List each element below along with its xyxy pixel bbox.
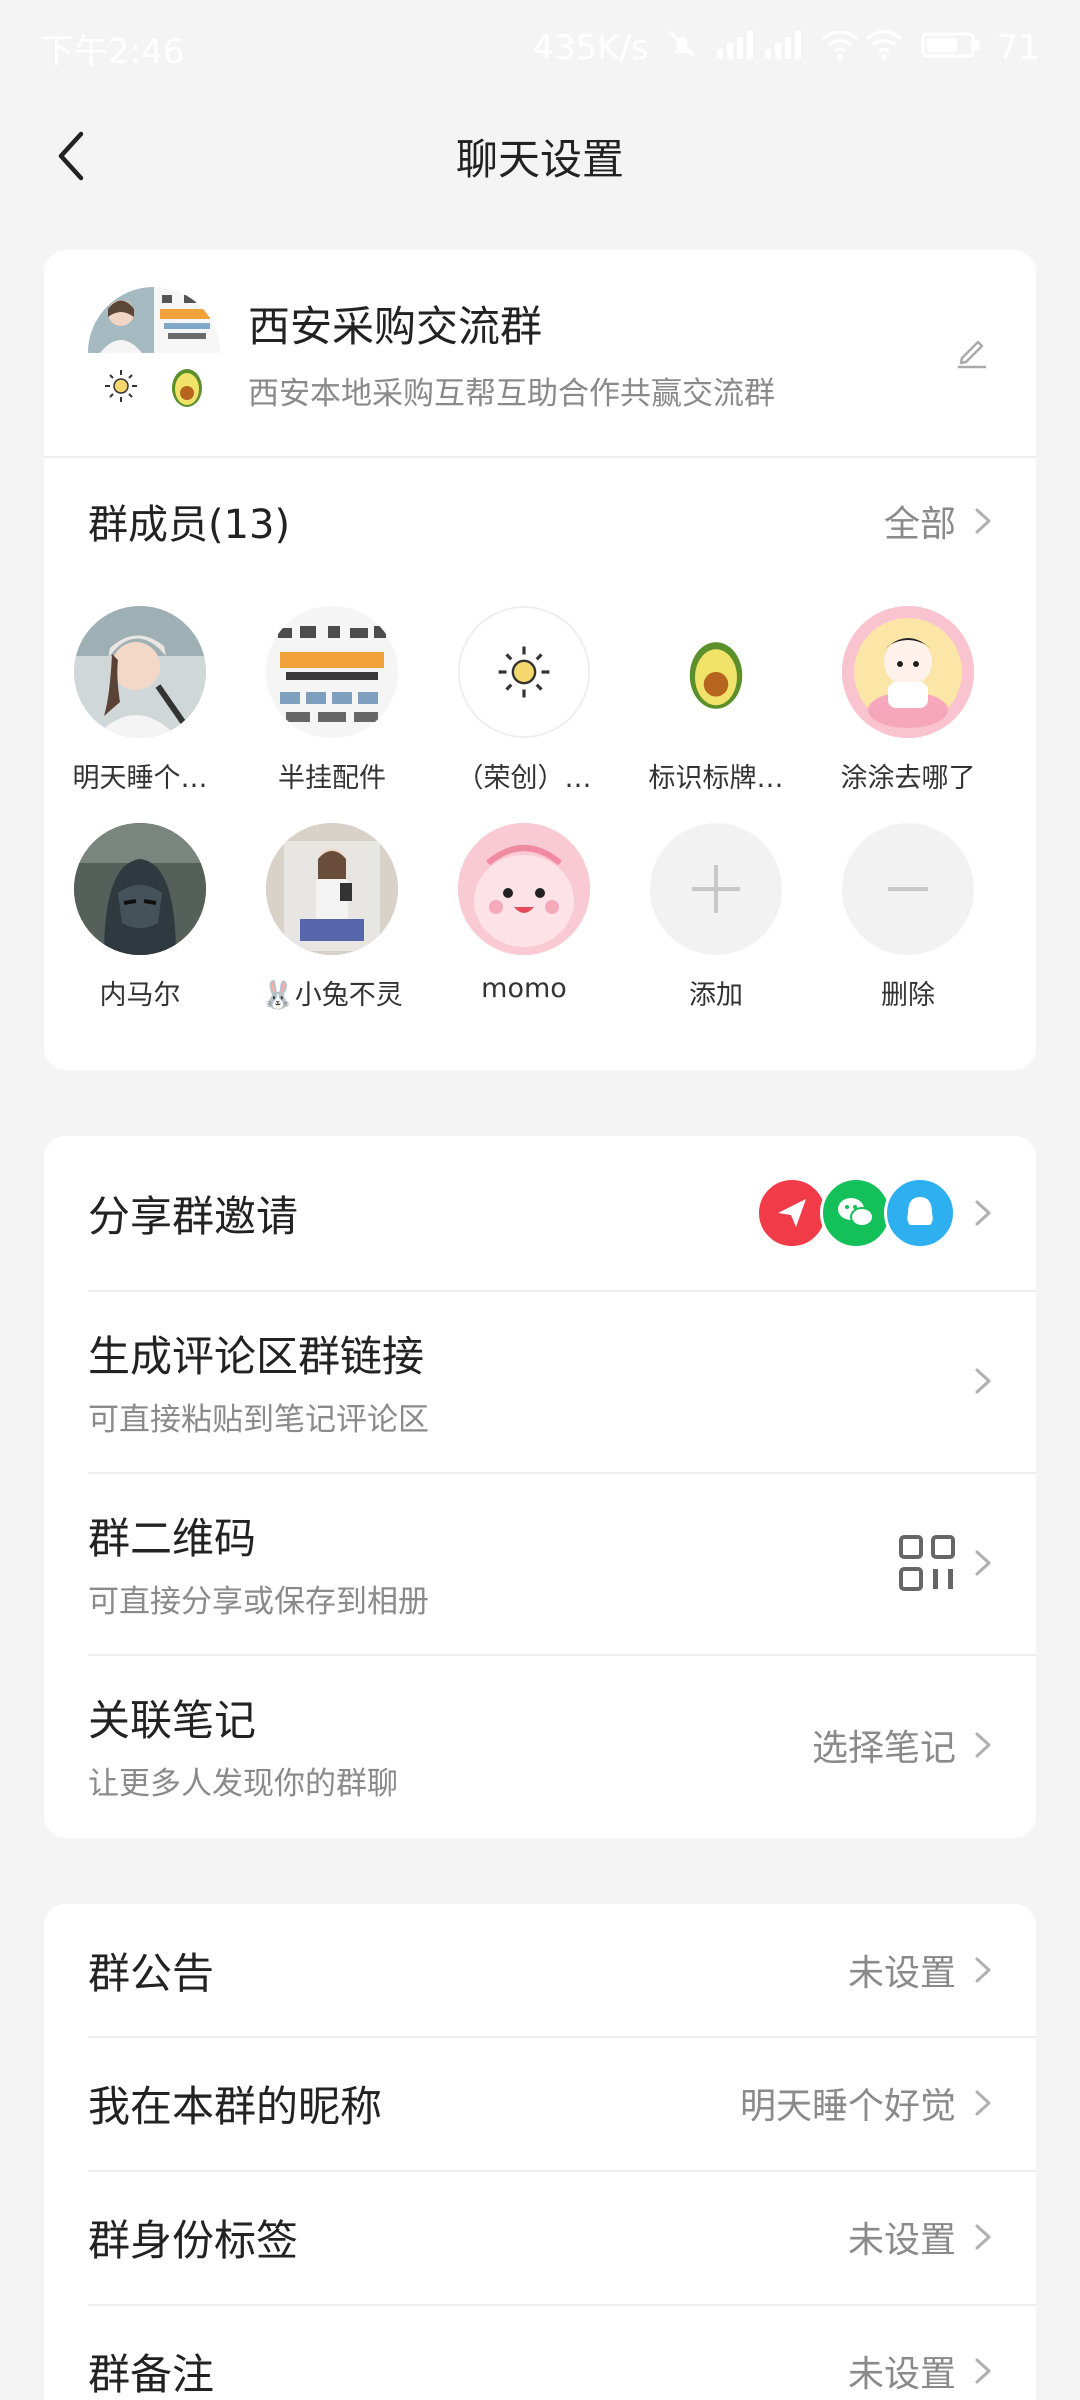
avocado-avatar (650, 606, 782, 738)
edit-icon[interactable] (954, 334, 990, 374)
mute-icon (665, 27, 699, 70)
member-name: momo (481, 973, 567, 1004)
status-bar: 下午2:46 435K/s 71 (0, 0, 1080, 96)
signal-icon (715, 27, 805, 70)
member-item[interactable]: 标识标牌… (620, 606, 812, 795)
chevron-right-icon (975, 1368, 991, 1394)
announcement-row[interactable]: 群公告 未设置 (44, 1904, 1036, 2036)
chevron-right-icon (975, 2224, 991, 2250)
announcement-title: 群公告 (88, 1948, 215, 1998)
identity-tag-row[interactable]: 群身份标签 未设置 (44, 2170, 1036, 2304)
chevron-left-icon (58, 131, 84, 181)
qq-icon[interactable] (884, 1177, 956, 1249)
linked-note-row[interactable]: 关联笔记 让更多人发现你的群聊 选择笔记 (44, 1654, 1036, 1836)
share-invite-title: 分享群邀请 (88, 1191, 299, 1241)
battery-level: 71 (996, 28, 1040, 68)
qr-code-row[interactable]: 群二维码 可直接分享或保存到相册 (44, 1472, 1036, 1654)
settings-card: 群公告 未设置 我在本群的昵称 明天睡个好觉 群身份标签 未设置 群备注 未设置 (44, 1904, 1036, 2400)
member-name: 🐰小兔不灵 (261, 980, 403, 1011)
comment-link-title: 生成评论区群链接 (88, 1332, 425, 1381)
member-item[interactable]: 涂涂去哪了 (812, 606, 1004, 795)
announcement-value: 未设置 (847, 1953, 956, 1994)
nickname-title: 我在本群的昵称 (88, 2081, 383, 2131)
battery-icon (921, 27, 981, 70)
sun-avatar (458, 606, 590, 738)
remove-member-button[interactable]: 删除 (812, 823, 1004, 1012)
wechat-icon[interactable] (820, 1177, 892, 1249)
member-name: 明天睡个… (72, 763, 208, 794)
remark-row[interactable]: 群备注 未设置 (44, 2304, 1036, 2400)
comment-link-subtitle: 可直接粘贴到笔记评论区 (88, 1402, 429, 1438)
group-avatar (88, 287, 220, 419)
mirror-selfie-avatar (266, 823, 398, 955)
minus-icon (842, 823, 974, 955)
members-header[interactable]: 群成员(13) 全部 (44, 458, 1036, 584)
member-item[interactable]: momo (428, 823, 620, 1012)
member-name: （荣创）… (456, 763, 592, 794)
member-item[interactable]: 半挂配件 (236, 606, 428, 795)
members-all-label: 全部 (883, 504, 956, 545)
member-item[interactable]: 内马尔 (44, 823, 236, 1012)
paper-plane-icon[interactable] (756, 1177, 828, 1249)
members-title: 群成员(13) (88, 502, 291, 548)
share-invite-row[interactable]: 分享群邀请 (44, 1136, 1036, 1290)
linked-note-value: 选择笔记 (811, 1728, 956, 1769)
nav-bar: 聊天设置 (0, 96, 1080, 216)
nickname-row[interactable]: 我在本群的昵称 明天睡个好觉 (44, 2036, 1036, 2170)
group-description: 西安本地采购互帮互助合作共赢交流群 (248, 376, 775, 412)
linked-note-title: 关联笔记 (88, 1696, 257, 1745)
chevron-right-icon (975, 1732, 991, 1758)
group-name: 西安采购交流群 (248, 302, 543, 351)
net-speed: 435K/s (532, 28, 649, 68)
status-time: 下午2:46 (40, 31, 185, 72)
group-card: 西安采购交流群 西安本地采购互帮互助合作共赢交流群 群成员(13) 全部 明天睡… (44, 250, 1036, 1070)
back-button[interactable] (40, 126, 100, 186)
comment-link-row[interactable]: 生成评论区群链接 可直接粘贴到笔记评论区 (44, 1290, 1036, 1472)
qr-code-icon (899, 1535, 955, 1591)
member-name: 添加 (689, 980, 743, 1011)
helmet-hero-avatar (74, 823, 206, 955)
nickname-value: 明天睡个好觉 (739, 2086, 956, 2127)
pink-blob-avatar (458, 823, 590, 955)
remark-value: 未设置 (847, 2354, 956, 2395)
chevron-right-icon (975, 2358, 991, 2384)
chevron-right-icon (975, 1550, 991, 1576)
group-header[interactable]: 西安采购交流群 西安本地采购互帮互助合作共赢交流群 (44, 250, 1036, 458)
add-member-button[interactable]: 添加 (620, 823, 812, 1012)
chevron-right-icon (975, 508, 991, 534)
member-name: 标识标牌… (648, 763, 784, 794)
member-name: 删除 (881, 980, 935, 1011)
chevron-right-icon (975, 2090, 991, 2116)
identity-tag-title: 群身份标签 (88, 2215, 299, 2265)
cartoon-girl-avatar (842, 606, 974, 738)
qr-code-title: 群二维码 (88, 1514, 257, 1563)
truck-parts-avatar (266, 606, 398, 738)
member-item[interactable]: 🐰小兔不灵 (236, 823, 428, 1012)
identity-tag-value: 未设置 (847, 2220, 956, 2261)
remark-title: 群备注 (88, 2349, 215, 2399)
member-item[interactable]: （荣创）… (428, 606, 620, 795)
member-item[interactable]: 明天睡个… (44, 606, 236, 795)
member-name: 半挂配件 (278, 763, 386, 794)
wifi-icon (821, 27, 905, 70)
page-title: 聊天设置 (455, 134, 624, 184)
chevron-right-icon (975, 1957, 991, 1983)
qr-code-subtitle: 可直接分享或保存到相册 (88, 1584, 429, 1620)
woman-photo-avatar (74, 606, 206, 738)
linked-note-subtitle: 让更多人发现你的群聊 (88, 1766, 398, 1802)
members-grid: 明天睡个… 半挂配件 （荣创）… 标识标牌… 涂涂去哪了 内马尔 🐰小兔不灵 m… (44, 584, 1036, 1056)
member-name: 涂涂去哪了 (840, 763, 976, 794)
member-name: 内马尔 (99, 980, 181, 1011)
chevron-right-icon (975, 1200, 991, 1226)
plus-icon (650, 823, 782, 955)
share-card: 分享群邀请 生成评论区群链接 可直接粘贴到笔记评论区 群二维码 可直接分享或保存… (44, 1136, 1036, 1838)
